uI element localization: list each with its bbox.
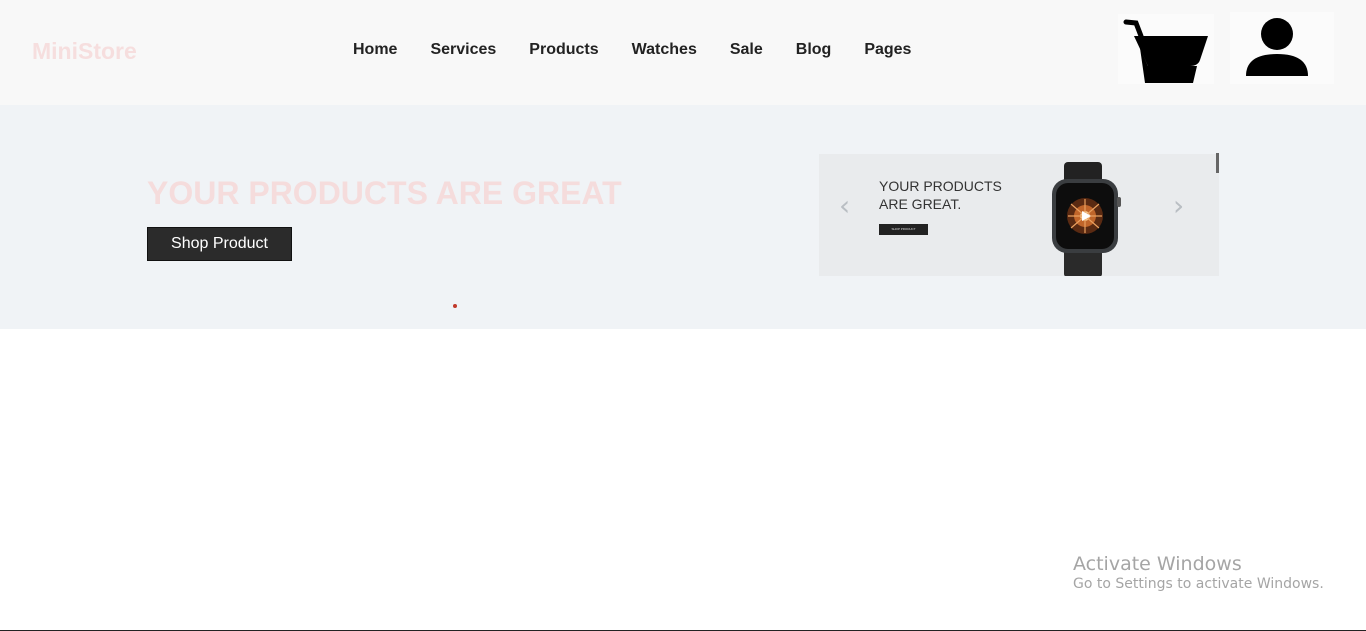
site-logo[interactable]: MiniStore [32,38,137,65]
page: MiniStore Home Services Products Watches… [0,0,1366,631]
banner-line-1: YOUR PRODUCTS [879,178,1002,194]
nav-watches[interactable]: Watches [632,41,697,59]
nav-home[interactable]: Home [353,41,397,59]
scroll-indicator [1216,153,1219,173]
activate-windows-watermark: Activate Windows Go to Settings to activ… [1073,553,1324,592]
nav-sale[interactable]: Sale [730,41,763,59]
hero-section: YOUR PRODUCTS ARE GREAT Shop Product ‹ Y… [0,105,1366,329]
chevron-left-icon[interactable]: ‹ [839,192,850,220]
main-nav: Home Services Products Watches Sale Blog… [353,41,911,59]
hero-title: YOUR PRODUCTS ARE GREAT [147,175,622,211]
banner-text: YOUR PRODUCTS ARE GREAT. [879,177,1002,213]
watermark-subtitle: Go to Settings to activate Windows. [1073,576,1324,592]
watch-image [1052,162,1121,276]
nav-pages[interactable]: Pages [864,41,911,59]
nav-services[interactable]: Services [430,41,496,59]
shop-product-button[interactable]: Shop Product [147,227,292,261]
cart-button[interactable] [1118,14,1214,84]
user-icon [1246,18,1308,76]
hero-banner-image: ‹ YOUR PRODUCTS ARE GREAT. SHOP PRODUCT [819,154,1219,276]
cart-icon [1123,19,1208,83]
chevron-right-icon[interactable]: › [1173,192,1184,220]
nav-blog[interactable]: Blog [796,41,832,59]
watermark-title: Activate Windows [1073,553,1242,575]
slider-dot[interactable] [453,304,457,308]
nav-products[interactable]: Products [529,41,598,59]
account-button[interactable] [1230,12,1334,84]
banner-line-2: ARE GREAT. [879,196,962,212]
banner-button: SHOP PRODUCT [879,224,928,235]
site-header: MiniStore Home Services Products Watches… [0,0,1366,105]
